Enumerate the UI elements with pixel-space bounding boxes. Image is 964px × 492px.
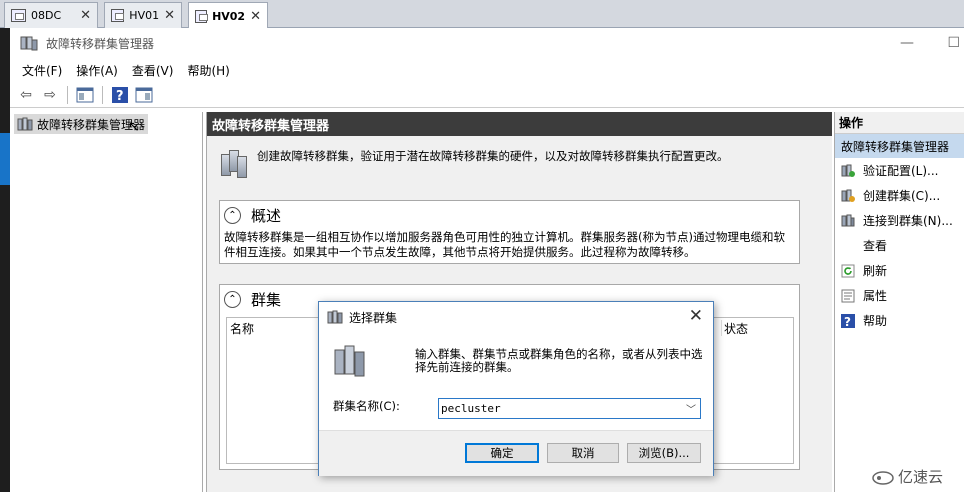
host-desktop-edge bbox=[0, 28, 10, 492]
vm-icon bbox=[195, 9, 209, 23]
overview-title: 概述 bbox=[251, 207, 282, 225]
window-title: 故障转移群集管理器 bbox=[46, 36, 155, 51]
show-action-pane-icon[interactable] bbox=[134, 85, 154, 105]
cluster-name-value: pecluster bbox=[441, 402, 501, 415]
chevron-down-icon[interactable]: ﹀ bbox=[686, 401, 696, 416]
forward-arrow-icon[interactable]: ⇨ bbox=[40, 85, 60, 105]
action-connect-to-cluster[interactable]: 连接到群集(N)... bbox=[835, 208, 964, 233]
overview-section: ⌃ 概述 故障转移群集是一组相互协作以增加服务器角色可用性的独立计算机。群集服务… bbox=[219, 200, 800, 264]
svg-text:?: ? bbox=[844, 315, 851, 328]
menu-action[interactable]: 操作(A) bbox=[76, 62, 118, 79]
close-icon[interactable]: ✕ bbox=[80, 8, 91, 23]
menu-help[interactable]: 帮助(H) bbox=[187, 62, 229, 79]
tab-label: HV02 bbox=[212, 9, 246, 23]
show-hide-tree-icon[interactable] bbox=[75, 85, 95, 105]
collapse-icon[interactable]: ⌃ bbox=[224, 207, 241, 224]
toolbar-divider bbox=[102, 85, 103, 104]
maximize-button[interactable]: ☐ bbox=[947, 35, 960, 51]
overview-text: 故障转移群集是一组相互协作以增加服务器角色可用性的独立计算机。群集服务器(称为节… bbox=[224, 230, 785, 259]
menu-file[interactable]: 文件(F) bbox=[22, 62, 62, 79]
dialog-footer: 确定 取消 浏览(B)... bbox=[319, 430, 713, 476]
actions-pane: 操作 故障转移群集管理器 验证配置(L)... 创建群集(C)... 连接到群集… bbox=[834, 112, 964, 492]
toolbar-divider bbox=[67, 85, 68, 104]
intro-section: 创建故障转移群集，验证用于潜在故障转移群集的硬件，以及对故障转移群集执行配置更改… bbox=[219, 148, 819, 178]
close-icon[interactable]: ✕ bbox=[250, 9, 261, 24]
properties-icon bbox=[841, 289, 855, 303]
back-arrow-icon[interactable]: ⇦ bbox=[16, 85, 36, 105]
cluster-servers-icon bbox=[333, 344, 367, 381]
action-label: 创建群集(C)... bbox=[863, 189, 941, 203]
action-label: 刷新 bbox=[863, 264, 888, 278]
column-status[interactable]: 状态 bbox=[721, 320, 748, 337]
action-label: 验证配置(L)... bbox=[863, 164, 939, 178]
menu-bar: 文件(F) 操作(A) 查看(V) 帮助(H) bbox=[10, 58, 964, 82]
vm-icon bbox=[111, 9, 125, 22]
watermark: 亿速云 bbox=[872, 466, 943, 487]
action-view[interactable]: 查看 bbox=[835, 233, 964, 258]
action-validate-configuration[interactable]: 验证配置(L)... bbox=[835, 158, 964, 183]
dialog-title: 选择群集 bbox=[349, 310, 398, 325]
watermark-logo-icon bbox=[872, 470, 894, 485]
host-highlight bbox=[0, 133, 10, 185]
refresh-icon bbox=[841, 264, 855, 278]
cluster-servers-icon bbox=[219, 148, 249, 178]
cancel-button[interactable]: 取消 bbox=[547, 443, 619, 463]
close-icon[interactable]: ✕ bbox=[689, 306, 703, 326]
minimize-button[interactable]: — bbox=[900, 35, 914, 51]
mouse-cursor-icon: ↖ bbox=[128, 119, 140, 135]
center-pane-header: 故障转移群集管理器 bbox=[207, 112, 832, 136]
collapse-icon[interactable]: ⌃ bbox=[224, 291, 241, 308]
tab-label: HV01 bbox=[129, 9, 160, 22]
select-cluster-dialog: 选择群集 ✕ 输入群集、群集节点或群集角色的名称，或者从列表中选择先前连接的群集… bbox=[318, 301, 714, 476]
validate-icon bbox=[841, 164, 855, 178]
cluster-manager-icon bbox=[327, 310, 343, 324]
ok-button[interactable]: 确定 bbox=[465, 443, 539, 463]
connect-cluster-icon bbox=[841, 214, 855, 228]
action-label: 帮助 bbox=[863, 314, 888, 328]
cluster-manager-icon bbox=[17, 117, 33, 131]
tab-08dc[interactable]: 08DC ✕ bbox=[4, 2, 98, 28]
tab-hv01[interactable]: HV01 ✕ bbox=[104, 2, 182, 28]
action-properties[interactable]: 属性 bbox=[835, 283, 964, 308]
help-icon: ? bbox=[841, 313, 855, 328]
title-bar: 故障转移群集管理器 bbox=[10, 28, 964, 58]
action-create-cluster[interactable]: 创建群集(C)... bbox=[835, 183, 964, 208]
cluster-manager-icon bbox=[20, 36, 38, 51]
action-refresh[interactable]: 刷新 bbox=[835, 258, 964, 283]
action-label: 查看 bbox=[863, 239, 888, 253]
action-help[interactable]: ? 帮助 bbox=[835, 308, 964, 333]
dialog-title-bar: 选择群集 bbox=[319, 302, 713, 332]
tree-pane: 故障转移群集管理器 ↖ bbox=[10, 112, 203, 492]
clusters-title: 群集 bbox=[251, 291, 282, 309]
blank-icon bbox=[841, 239, 855, 253]
column-name[interactable]: 名称 bbox=[230, 320, 254, 337]
cluster-name-combobox[interactable]: pecluster ﹀ bbox=[438, 398, 701, 419]
dialog-message: 输入群集、群集节点或群集角色的名称，或者从列表中选择先前连接的群集。 bbox=[415, 347, 703, 374]
svg-text:?: ? bbox=[116, 89, 124, 103]
vm-icon bbox=[11, 9, 26, 22]
vm-tab-strip: 08DC ✕ HV01 ✕ HV02 ✕ bbox=[0, 0, 964, 29]
toolbar: ⇦ ⇨ ? bbox=[10, 82, 964, 108]
browse-button[interactable]: 浏览(B)... bbox=[627, 443, 701, 463]
close-icon[interactable]: ✕ bbox=[164, 8, 175, 23]
cluster-name-label: 群集名称(C): bbox=[333, 399, 400, 413]
intro-text: 创建故障转移群集，验证用于潜在故障转移群集的硬件，以及对故障转移群集执行配置更改… bbox=[257, 149, 729, 163]
actions-group-header[interactable]: 故障转移群集管理器 bbox=[835, 134, 964, 158]
create-cluster-icon bbox=[841, 189, 855, 203]
actions-header: 操作 bbox=[835, 112, 964, 134]
tab-label: 08DC bbox=[31, 9, 62, 22]
action-label: 连接到群集(N)... bbox=[863, 214, 953, 228]
watermark-text: 亿速云 bbox=[898, 468, 944, 486]
action-label: 属性 bbox=[863, 289, 888, 303]
tab-hv02[interactable]: HV02 ✕ bbox=[188, 2, 268, 29]
help-icon[interactable]: ? bbox=[110, 85, 130, 105]
menu-view[interactable]: 查看(V) bbox=[132, 62, 174, 79]
